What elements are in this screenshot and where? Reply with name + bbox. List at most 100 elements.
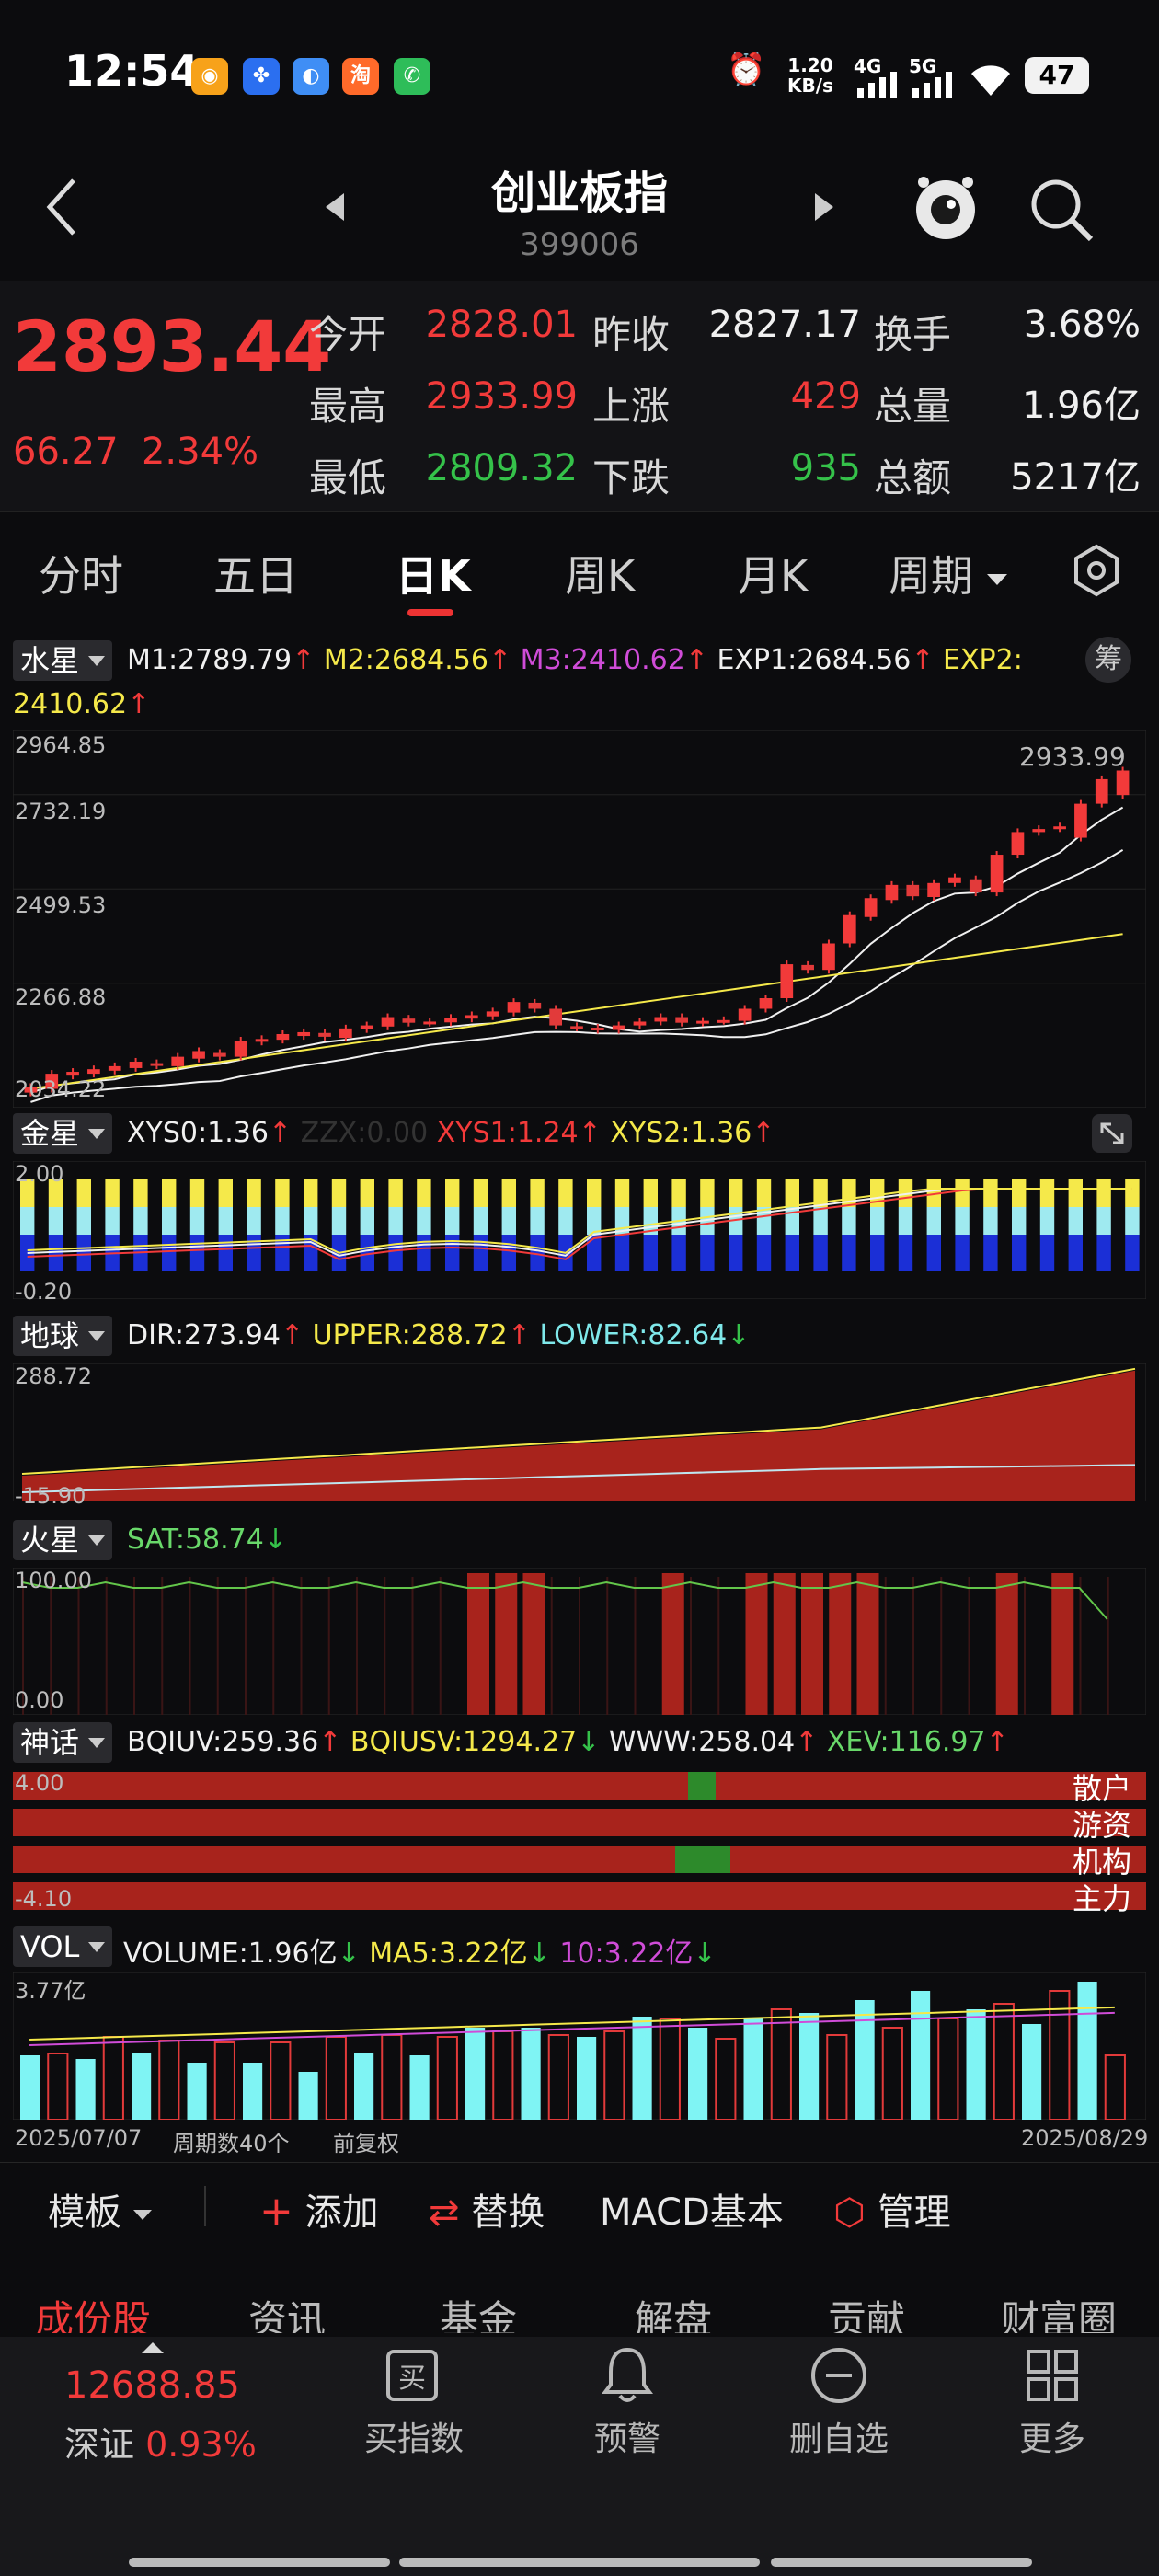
jinxing-selector[interactable]: 金星 [13,1113,113,1154]
volume-bar [409,2055,430,2120]
mascot-icon[interactable] [911,171,981,245]
candle [192,1051,205,1059]
next-stock-icon[interactable] [813,191,837,223]
candle [948,877,961,883]
baidu-icon: ✤ [243,58,280,95]
jinxing-bar [813,1207,828,1235]
vol-values: VOLUME:1.96亿↓ MA5:3.22亿↓ 10:3.22亿↓ [123,1938,717,1970]
alarm-icon: ⏰ [727,52,766,88]
candle [1053,826,1066,830]
macd-button[interactable]: MACD基本 [600,2182,784,2236]
tab-contribution[interactable]: 贡献 [828,2289,905,2333]
candle [738,1008,752,1021]
chart-toolbar [0,2162,1159,2246]
app-icon: ◐ [293,58,329,95]
tab-period-dropdown[interactable]: 周期 [889,543,1007,604]
jinxing-bar [729,1179,743,1207]
signal-icon [912,72,952,98]
diqiu-selector[interactable]: 地球 [13,1316,113,1356]
jinxing-bar [76,1235,91,1271]
candle [801,964,814,971]
huoxing-y-top: 100.00 [15,1568,92,1593]
tab-funds[interactable]: 基金 [440,2289,517,2333]
jinxing-bar [530,1179,545,1207]
jinxing-bar [1012,1179,1027,1207]
manage-button[interactable]: ⬡ 管理 [833,2182,951,2236]
jinxing-bar [304,1207,318,1235]
huoxing-bar [856,1573,879,1715]
expand-up-icon[interactable] [142,2342,164,2353]
signal-icon [857,72,897,98]
huoxing-bar [1079,1577,1082,1715]
tab-analysis[interactable]: 解盘 [635,2289,712,2333]
shenhua-row-labels: 散户 游资 机构 主力 [1073,1771,1132,1916]
buy-index-icon[interactable]: 买 [386,2350,438,2401]
huoxing-bar [1107,1577,1109,1715]
shenhua-selector[interactable]: 神话 [13,1722,113,1763]
huoxing-bar [356,1577,358,1715]
tab-daily-k[interactable]: 日K [396,543,471,604]
volume-bar [354,2053,374,2120]
huoxing-selector[interactable]: 火星 [13,1520,113,1560]
buy-index-label[interactable]: 买指数 [340,2412,488,2460]
jinxing-bar [105,1207,120,1235]
remove-watchlist-label[interactable]: 删自选 [765,2412,912,2460]
candlestick-chart[interactable] [13,730,1146,1108]
jinxing-bar [417,1179,431,1207]
huoxing-bar [884,1577,887,1715]
tab-news[interactable]: 资讯 [248,2289,326,2333]
expand-icon[interactable] [1091,1113,1133,1154]
tab-monthly-k[interactable]: 月K [738,543,808,604]
toolbar-divider [204,2186,206,2226]
vol-selector[interactable]: VOL [13,1926,113,1967]
remove-watchlist-icon[interactable] [809,2346,868,2405]
candle [318,1032,331,1037]
jinxing-bar [189,1207,205,1235]
weibo-icon: ◉ [191,58,228,95]
huoxing-bar [439,1577,442,1715]
sz-index-value[interactable]: 12688.85 [64,2364,240,2407]
candle [1116,770,1130,796]
search-icon[interactable] [1027,175,1096,245]
chip-distribution-button[interactable]: 筹 [1085,637,1131,683]
amount-value: 5217亿 [1010,456,1141,499]
main-indicator-selector[interactable]: 水星 [13,640,113,681]
tab-weekly-k[interactable]: 周K [565,543,635,604]
replace-button[interactable]: ⇄ 替换 [429,2182,545,2236]
tab-five-day[interactable]: 五日 [213,543,298,604]
jinxing-bar [304,1179,318,1207]
jinxing-bar [983,1207,998,1235]
candle [1032,829,1046,833]
tab-intraday[interactable]: 分时 [39,543,123,604]
jinxing-bar [218,1179,233,1207]
candle [234,1040,247,1057]
y-tick-1: 2964.85 [15,732,107,758]
huoxing-bar [467,1573,489,1715]
sz-index-info[interactable]: 深证 0.93% [64,2416,257,2467]
huoxing-bar [411,1577,414,1715]
alert-label[interactable]: 预警 [554,2412,701,2460]
tab-constituents[interactable]: 成份股 [35,2289,151,2333]
jinxing-bar [331,1179,347,1207]
wifi-icon [971,65,1010,96]
jinxing-bar [558,1179,573,1207]
tab-wealth-circle[interactable]: 财富圈 [1001,2289,1117,2333]
candle [87,1069,100,1075]
more-label[interactable]: 更多 [979,2412,1126,2460]
jinxing-bar [48,1207,63,1235]
candle [633,1021,647,1026]
template-button[interactable]: 模板 [48,2182,152,2236]
huoxing-bar [773,1573,796,1715]
x-start-date: 2025/07/07 [15,2125,143,2151]
add-button[interactable]: + 添加 [259,2182,379,2236]
settings-icon[interactable] [1069,543,1124,598]
jinxing-bar [501,1207,516,1235]
more-grid-icon[interactable] [1025,2348,1080,2403]
volume-bar [75,2059,96,2120]
huoxing-bar [327,1577,330,1715]
jinxing-bar [842,1207,856,1235]
candle [213,1052,226,1057]
bell-icon[interactable] [600,2344,655,2405]
jinxing-bar [133,1179,148,1207]
jinxing-bar [530,1207,545,1235]
